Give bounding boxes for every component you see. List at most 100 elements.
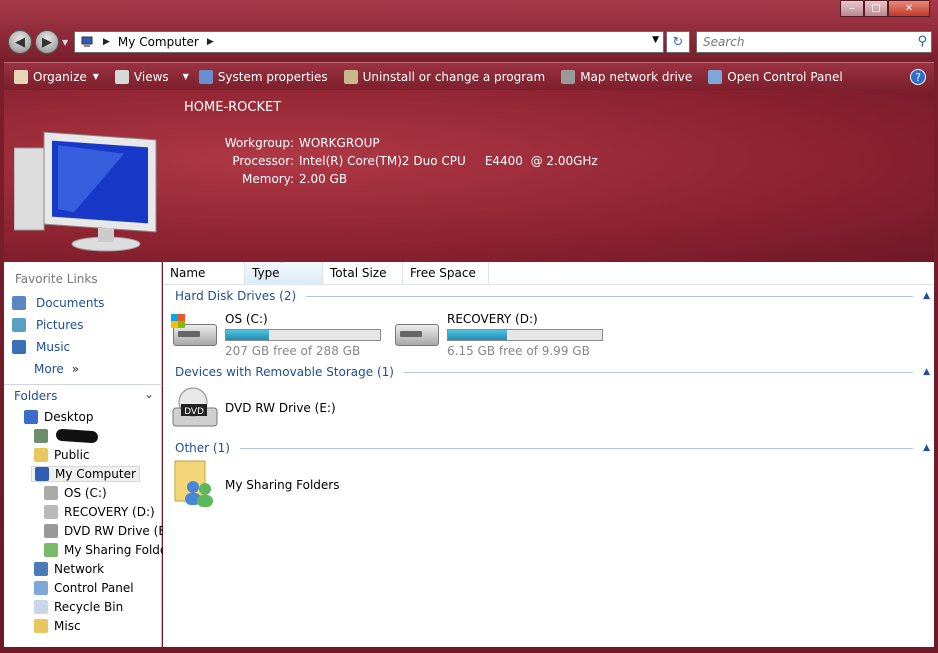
item-my-sharing-folders[interactable]: My Sharing Folders xyxy=(173,459,340,511)
tree-item-public[interactable]: Public xyxy=(34,448,90,462)
column-type[interactable]: ˄ Type xyxy=(245,260,323,285)
control-panel-icon xyxy=(34,581,48,595)
computer-details-pane: HOME-ROCKET Workgroup: Processor: Memory… xyxy=(4,90,934,262)
computer-icon xyxy=(81,36,93,47)
drive-free-space: 207 GB free of 288 GB xyxy=(225,344,361,358)
column-headers: Name ˄ Type Total Size Free Space xyxy=(163,260,934,285)
group-other[interactable]: Other (1) ▲ xyxy=(175,441,930,455)
system-info-values: WORKGROUP Intel(R) Core(TM)2 Duo CPU E44… xyxy=(299,136,598,190)
tree-item-control-panel[interactable]: Control Panel xyxy=(34,581,134,595)
group-removable-storage[interactable]: Devices with Removable Storage (1) ▲ xyxy=(175,365,930,379)
column-name[interactable]: Name xyxy=(163,262,245,285)
sharing-folders-icon xyxy=(174,460,213,507)
favorite-music[interactable]: Music xyxy=(12,340,70,354)
system-properties-icon xyxy=(198,69,213,84)
workgroup-label: Workgroup: xyxy=(224,136,294,150)
tree-item-sharing-folders[interactable]: My Sharing Folders xyxy=(44,543,179,557)
refresh-button[interactable]: ↻ xyxy=(666,31,690,53)
processor-label: Processor: xyxy=(232,154,294,168)
tree-item-recovery-d[interactable]: RECOVERY (D:) xyxy=(44,505,155,519)
programs-icon xyxy=(343,69,358,84)
collapse-icon[interactable]: ▲ xyxy=(923,291,930,301)
favorite-pictures[interactable]: Pictures xyxy=(12,318,84,332)
user-folder-icon xyxy=(34,429,48,443)
search-placeholder: Search xyxy=(703,35,745,49)
group-hard-disk-drives[interactable]: Hard Disk Drives (2) ▲ xyxy=(175,289,930,303)
system-properties-button[interactable]: System properties xyxy=(198,69,328,84)
refresh-icon: ↻ xyxy=(672,34,684,50)
map-network-drive-button[interactable]: Map network drive xyxy=(561,69,692,84)
open-control-panel-button[interactable]: Open Control Panel xyxy=(708,69,843,84)
computer-icon xyxy=(35,467,49,481)
memory-value: 2.00 GB xyxy=(299,172,348,186)
tree-item-misc[interactable]: Misc xyxy=(34,619,81,633)
desktop-icon xyxy=(24,410,38,424)
chevron-down-icon: ▼ xyxy=(92,72,99,81)
drive-dvd-e[interactable]: DVD DVD RW Drive (E:) xyxy=(171,386,336,430)
column-free-space[interactable]: Free Space xyxy=(403,262,489,285)
tree-item-dvd-e[interactable]: DVD RW Drive (E:) xyxy=(44,524,175,538)
network-icon xyxy=(34,562,48,576)
forward-button[interactable]: ▶ xyxy=(35,30,59,54)
collapse-icon[interactable]: ▲ xyxy=(923,443,930,453)
breadcrumb-chevron-icon[interactable]: ▶ xyxy=(207,37,214,47)
recent-pages-dropdown[interactable]: ▼ xyxy=(62,38,68,47)
minimize-button[interactable]: ‒ xyxy=(840,0,864,17)
tree-item-os-c[interactable]: OS (C:) xyxy=(44,486,107,500)
uninstall-button[interactable]: Uninstall or change a program xyxy=(343,69,545,84)
music-icon xyxy=(12,340,26,354)
drive-name: RECOVERY (D:) xyxy=(447,312,538,326)
tree-item-user[interactable] xyxy=(34,429,54,443)
drive-os-c[interactable]: OS (C:) 207 GB free of 288 GB xyxy=(171,312,381,358)
chevron-down-icon: ⌄ xyxy=(143,387,154,401)
collapse-icon[interactable]: ▲ xyxy=(923,367,930,377)
favorite-links-header: Favorite Links xyxy=(15,272,98,286)
drive-usage-bar xyxy=(447,329,603,341)
breadcrumb-separator-icon: ▶ xyxy=(103,37,110,47)
breadcrumb-my-computer[interactable]: My Computer xyxy=(118,35,199,49)
dvd-drive-icon: DVD xyxy=(172,387,218,427)
views-icon xyxy=(114,69,129,84)
folder-icon xyxy=(34,619,48,633)
tree-item-desktop[interactable]: Desktop xyxy=(24,410,94,424)
favorite-documents[interactable]: Documents xyxy=(12,296,104,310)
control-panel-icon xyxy=(708,69,723,84)
column-total-size[interactable]: Total Size xyxy=(323,262,403,285)
computer-name: HOME-ROCKET xyxy=(184,100,282,115)
search-icon[interactable]: ⚲ xyxy=(917,34,927,49)
chevron-down-icon: ▼ xyxy=(182,72,189,81)
sharing-folders-icon xyxy=(44,543,58,557)
system-info-labels: Workgroup: Processor: Memory: xyxy=(4,136,294,190)
sort-ascending-icon: ˄ xyxy=(281,260,285,269)
back-button[interactable]: ◀ xyxy=(8,30,32,54)
close-button[interactable]: ✕ xyxy=(888,0,930,17)
folders-header[interactable]: Folders ⌄ xyxy=(4,384,162,406)
tree-item-network[interactable]: Network xyxy=(34,562,104,576)
search-input[interactable]: Search ⚲ xyxy=(696,31,932,53)
tree-item-my-computer[interactable]: My Computer xyxy=(31,466,140,482)
hard-drive-icon xyxy=(171,312,219,352)
address-bar[interactable]: ▶ My Computer ▶ ▼ xyxy=(74,31,664,53)
network-drive-icon xyxy=(561,69,576,84)
file-list: Name ˄ Type Total Size Free Space Hard Di… xyxy=(163,260,934,647)
organize-button[interactable]: Organize ▼ xyxy=(14,69,99,84)
navigation-pane: Favorite Links Documents Pictures Music … xyxy=(4,262,179,647)
drive-usage-bar xyxy=(225,329,381,341)
help-icon[interactable]: ? xyxy=(910,69,926,85)
drive-recovery-d[interactable]: RECOVERY (D:) 6.15 GB free of 9.99 GB xyxy=(393,312,603,358)
address-dropdown-icon[interactable]: ▼ xyxy=(652,35,659,45)
memory-label: Memory: xyxy=(242,172,294,186)
address-row: ◀ ▶ ▼ ▶ My Computer ▶ ▼ ↻ Search ⚲ xyxy=(0,28,938,56)
organize-icon xyxy=(14,69,28,84)
tree-item-recycle-bin[interactable]: Recycle Bin xyxy=(34,600,123,614)
hard-drive-icon xyxy=(44,505,58,519)
dvd-label: DVD xyxy=(184,407,204,417)
pictures-icon xyxy=(12,318,26,332)
folder-icon xyxy=(34,448,48,462)
maximize-button[interactable]: □ xyxy=(864,0,888,17)
processor-value: Intel(R) Core(TM)2 Duo CPU E4400 @ 2.00G… xyxy=(299,154,598,168)
back-arrow-icon: ◀ xyxy=(15,34,25,50)
views-button[interactable]: Views ▼ xyxy=(114,69,189,84)
favorite-more[interactable]: More» xyxy=(34,362,79,376)
documents-icon xyxy=(12,296,26,310)
